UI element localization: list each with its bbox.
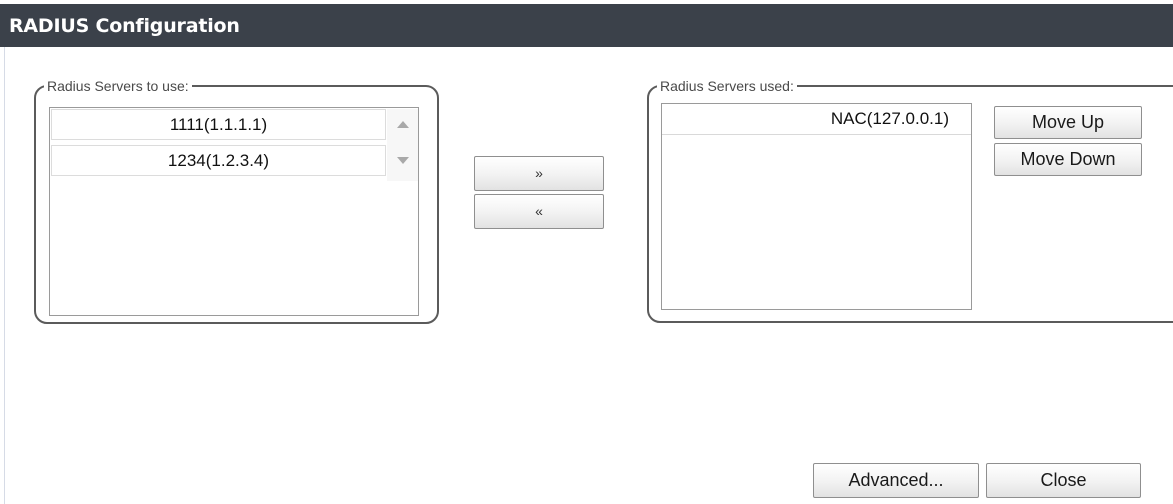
- close-button[interactable]: Close: [986, 463, 1141, 498]
- add-server-button[interactable]: »: [474, 156, 604, 191]
- radius-config-dialog: RADIUS Configuration Radius Servers to u…: [0, 0, 1173, 504]
- available-servers-legend: Radius Servers to use:: [47, 78, 189, 94]
- title-bar: RADIUS Configuration: [0, 4, 1173, 47]
- scroll-down-icon[interactable]: [397, 157, 409, 164]
- available-servers-list[interactable]: 1111(1.1.1.1) 1234(1.2.3.4): [49, 107, 419, 316]
- dialog-title: RADIUS Configuration: [9, 15, 240, 37]
- list-item[interactable]: 1111(1.1.1.1): [51, 109, 386, 140]
- list-item[interactable]: NAC(127.0.0.1): [662, 104, 971, 135]
- move-down-button[interactable]: Move Down: [994, 143, 1142, 176]
- available-list-scrollbar[interactable]: [387, 109, 418, 181]
- left-border: [4, 47, 5, 504]
- scroll-up-icon[interactable]: [397, 121, 409, 128]
- used-servers-list[interactable]: NAC(127.0.0.1): [661, 103, 972, 310]
- used-servers-legend: Radius Servers used:: [660, 78, 794, 94]
- advanced-button[interactable]: Advanced...: [813, 463, 979, 498]
- list-item[interactable]: 1234(1.2.3.4): [51, 145, 386, 176]
- move-up-button[interactable]: Move Up: [994, 106, 1142, 139]
- remove-server-button[interactable]: «: [474, 194, 604, 229]
